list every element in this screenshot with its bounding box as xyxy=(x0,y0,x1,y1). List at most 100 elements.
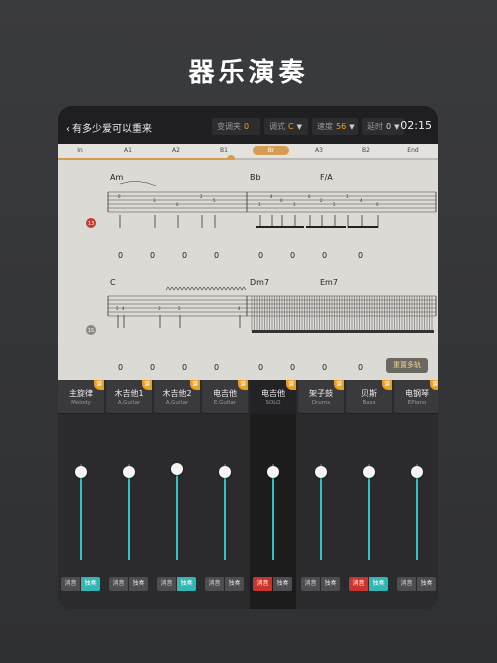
mute-button[interactable]: 消音 xyxy=(397,577,416,591)
track-header[interactable]: 木吉他1 A.Guitar 谱 xyxy=(106,380,152,414)
mute-button[interactable]: 消音 xyxy=(301,577,320,591)
volume-level xyxy=(320,471,322,560)
volume-slider-handle[interactable] xyxy=(75,465,87,478)
tab-number: 0 xyxy=(182,363,187,372)
mute-solo-group: 消音 独奏 xyxy=(349,577,389,591)
chord-name: F/A xyxy=(320,173,333,182)
score-badge[interactable]: 谱 xyxy=(238,380,248,390)
volume-slider-track[interactable] xyxy=(176,464,178,560)
solo-button[interactable]: 独奏 xyxy=(129,577,148,591)
beam xyxy=(252,330,434,333)
capo-control[interactable]: 变调夹 0 xyxy=(212,118,260,135)
score-badge[interactable]: 谱 xyxy=(286,380,296,390)
mute-button[interactable]: 消音 xyxy=(253,577,272,591)
track-channel[interactable]: 木吉他1 A.Guitar 谱消音 独奏 xyxy=(106,380,152,609)
volume-slider-track[interactable] xyxy=(416,464,418,560)
fret-number: 5 xyxy=(213,198,216,203)
section-b1[interactable]: B1 xyxy=(206,146,242,155)
slur xyxy=(119,181,157,187)
solo-button[interactable]: 独奏 xyxy=(81,577,100,591)
section-br[interactable]: Br xyxy=(253,146,289,155)
track-channel[interactable]: 架子鼓 Drums 谱消音 独奏 xyxy=(298,380,344,609)
section-b2[interactable]: B2 xyxy=(348,146,384,155)
fret-number: 5 xyxy=(178,306,181,311)
volume-slider-handle[interactable] xyxy=(363,465,375,478)
volume-slider-handle[interactable] xyxy=(411,465,423,478)
tab-number: 0 xyxy=(322,363,327,372)
volume-slider-handle[interactable] xyxy=(267,465,279,478)
chord-name: Dm7 xyxy=(250,278,269,287)
solo-button[interactable]: 独奏 xyxy=(417,577,436,591)
track-subtitle: SOLO xyxy=(265,400,281,406)
volume-slider-handle[interactable] xyxy=(123,465,135,478)
back-button[interactable]: ‹ 有多少爱可以重来 xyxy=(66,120,152,135)
volume-slider-track[interactable] xyxy=(320,464,322,560)
fret-number: 6 xyxy=(176,202,179,207)
track-channel[interactable]: 主旋律 Melody 谱消音 独奏 xyxy=(58,380,104,609)
track-channel[interactable]: 电吉他 E.Guitar 谱消音 独奏 xyxy=(202,380,248,609)
fret-number: 3 xyxy=(153,198,156,203)
page-title: 器乐演奏 xyxy=(188,58,309,88)
track-channel[interactable]: 电钢琴 EPiano 谱消音 独奏 xyxy=(394,380,438,609)
volume-slider-track[interactable] xyxy=(128,464,130,560)
fret-number: 6 xyxy=(308,194,311,199)
section-a3[interactable]: A3 xyxy=(301,146,337,155)
score-badge[interactable]: 谱 xyxy=(430,380,438,390)
section-a1[interactable]: A1 xyxy=(110,146,146,155)
tab-notation: 1315Am Bb F/AC Dm7 Em70362514036251405 4 3 5 40 0… xyxy=(86,173,437,372)
track-channel[interactable]: 贝斯 Bass 谱消音 独奏 xyxy=(346,380,392,609)
track-header[interactable]: 主旋律 Melody 谱 xyxy=(58,380,104,414)
beam xyxy=(348,226,378,228)
track-header[interactable]: 贝斯 Bass 谱 xyxy=(346,380,392,414)
section-a2[interactable]: A2 xyxy=(158,146,194,155)
reset-tracks-button[interactable]: 重置多轨 xyxy=(386,358,428,373)
volume-slider-handle[interactable] xyxy=(171,462,183,475)
volume-slider-handle[interactable] xyxy=(315,465,327,478)
caret-down-icon: ▼ xyxy=(394,123,400,131)
tab-number: 0 xyxy=(182,251,187,260)
score-badge[interactable]: 谱 xyxy=(334,380,344,390)
track-header[interactable]: 架子鼓 Drums 谱 xyxy=(298,380,344,414)
section-end[interactable]: End xyxy=(395,146,431,155)
score-badge[interactable]: 谱 xyxy=(190,380,200,390)
track-header[interactable]: 电吉他 SOLO 谱 xyxy=(250,380,296,414)
mute-button[interactable]: 消音 xyxy=(349,577,368,591)
tempo-control[interactable]: 速度 56 ▼ xyxy=(312,118,358,135)
volume-slider-track[interactable] xyxy=(224,464,226,560)
volume-slider-track[interactable] xyxy=(272,464,274,560)
volume-slider-track[interactable] xyxy=(80,464,82,560)
mute-button[interactable]: 消音 xyxy=(109,577,128,591)
fret-number: 0 xyxy=(118,194,121,199)
key-control[interactable]: 调式 C ▼ xyxy=(264,118,308,135)
mute-solo-group: 消音 独奏 xyxy=(61,577,101,591)
solo-button[interactable]: 独奏 xyxy=(369,577,388,591)
score-badge[interactable]: 谱 xyxy=(142,380,152,390)
track-channel[interactable]: 木吉他2 A.Guitar 谱消音 独奏 xyxy=(154,380,200,609)
score-badge[interactable]: 谱 xyxy=(382,380,392,390)
key-value: C xyxy=(288,122,294,131)
solo-button[interactable]: 独奏 xyxy=(177,577,196,591)
mute-button[interactable]: 消音 xyxy=(205,577,224,591)
track-subtitle: E.Guitar xyxy=(213,400,237,406)
chord-name: Am xyxy=(110,173,123,182)
mute-button[interactable]: 消音 xyxy=(61,577,80,591)
fret-number: 4 xyxy=(238,306,241,311)
delay-control[interactable]: 延时 0 ▼ xyxy=(362,118,404,135)
score-badge[interactable]: 谱 xyxy=(94,380,104,390)
measure-number: 13 xyxy=(88,221,94,227)
section-in[interactable]: In xyxy=(62,146,98,155)
track-header[interactable]: 电吉他 E.Guitar 谱 xyxy=(202,380,248,414)
solo-button[interactable]: 独奏 xyxy=(225,577,244,591)
solo-button[interactable]: 独奏 xyxy=(273,577,292,591)
beam xyxy=(306,226,346,228)
fret-number: 5 xyxy=(333,202,336,207)
tab-number: 0 xyxy=(214,363,219,372)
track-header[interactable]: 木吉他2 A.Guitar 谱 xyxy=(154,380,200,414)
track-header[interactable]: 电钢琴 EPiano 谱 xyxy=(394,380,438,414)
mute-button[interactable]: 消音 xyxy=(157,577,176,591)
track-channel[interactable]: 电吉他 SOLO 谱消音 独奏 xyxy=(250,380,296,609)
volume-slider-track[interactable] xyxy=(368,464,370,560)
solo-button[interactable]: 独奏 xyxy=(321,577,340,591)
volume-slider-handle[interactable] xyxy=(219,465,231,478)
key-label: 调式 xyxy=(269,122,285,131)
